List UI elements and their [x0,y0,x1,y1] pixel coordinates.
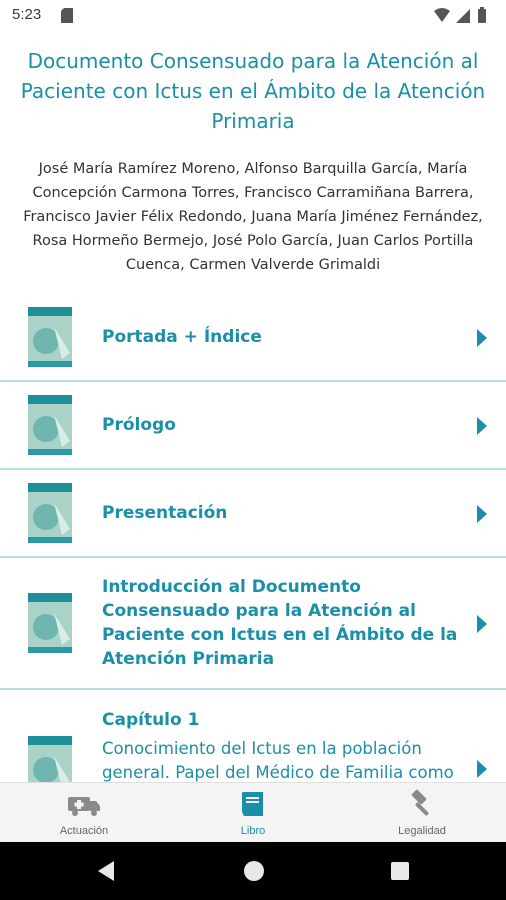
nav-legalidad[interactable]: Legalidad [338,783,506,843]
book-cover-thumbnail [28,395,72,455]
wifi-icon [434,8,450,22]
gavel-icon [411,789,429,816]
chapter-title: Prólogo [102,415,176,435]
chapter-title: Capítulo 1 [102,710,200,730]
chapter-list: Portada + Índice Prólogo Presentación In… [0,294,506,782]
nav-label-actuacion: Actuación [59,825,109,837]
book-cover-thumbnail [28,736,72,782]
chapter-title: Presentación [102,503,228,523]
book-detail-scroll[interactable]: Documento Consensuado para la Atención a… [0,32,506,782]
list-item-presentacion[interactable]: Presentación [0,470,506,558]
chevron-right-icon [477,417,487,435]
book-icon [242,792,263,816]
list-item-capitulo-1[interactable]: Capítulo 1 Conocimiento del Ictus en la … [0,690,506,782]
book-title: Documento Consensuado para la Atención a… [20,49,486,133]
battery-icon [478,7,486,23]
list-item-introduccion[interactable]: Introducción al Documento Consensuado pa… [0,558,506,690]
system-navigation-bar [0,842,506,900]
book-cover-thumbnail [28,483,72,543]
chevron-right-icon [477,760,487,778]
chapter-title: Introducción al Documento Consensuado pa… [102,577,458,669]
status-time: 5:23 [12,6,42,23]
list-item-portada[interactable]: Portada + Índice [0,294,506,382]
book-authors: José María Ramírez Moreno, Alfonso Barqu… [23,161,483,273]
signal-icon [456,9,470,23]
back-icon[interactable] [96,860,116,882]
ambulance-icon [68,797,100,816]
chapter-subtitle: Conocimiento del Ictus en la población g… [102,739,454,782]
book-cover-thumbnail [28,593,72,653]
chevron-right-icon [477,329,487,347]
chevron-right-icon [477,505,487,523]
status-icons [434,7,486,23]
nav-label-legalidad: Legalidad [398,825,446,837]
book-cover-thumbnail [28,307,72,367]
bottom-navigation: Actuación Libro Legalidad [0,782,506,843]
sd-card-icon [61,8,73,23]
recents-icon[interactable] [390,861,410,881]
chapter-title: Portada + Índice [102,327,262,347]
status-bar: 5:23 [0,0,506,32]
nav-actuacion[interactable]: Actuación [0,783,168,843]
home-icon[interactable] [243,860,265,882]
nav-label-libro: Libro [240,825,266,837]
list-item-prologo[interactable]: Prólogo [0,382,506,470]
nav-libro[interactable]: Libro [169,783,337,843]
chevron-right-icon [477,615,487,633]
